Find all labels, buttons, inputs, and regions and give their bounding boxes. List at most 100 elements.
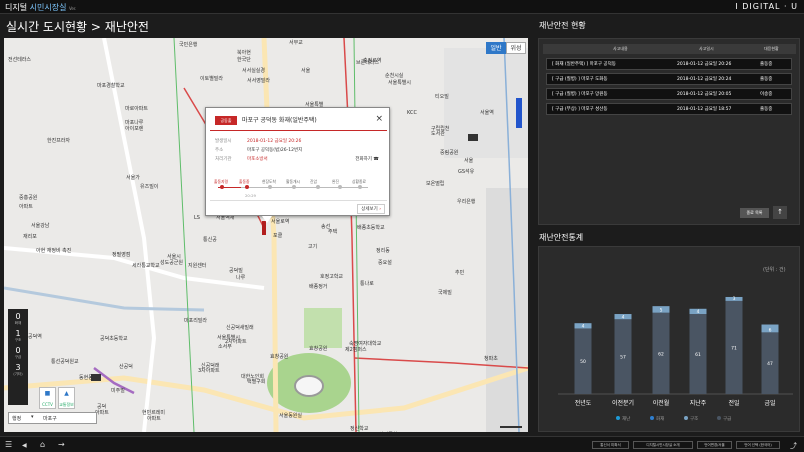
map-label: 공덕초등학교: [100, 336, 128, 342]
bottom-button-3[interactable]: 언어변경/서울: [697, 441, 732, 449]
legend-label: 구급: [723, 416, 731, 422]
chart-title: 재난안전통계: [539, 233, 584, 242]
map-label: 서울역: [480, 110, 494, 116]
map-label: 한진프라자: [47, 138, 71, 144]
map-label: 순천시실: [385, 73, 404, 79]
cctv-map-icon[interactable]: [468, 134, 478, 141]
stage-dot: [292, 185, 296, 189]
stage-dot: [316, 185, 320, 189]
map-label: 중요설: [378, 260, 392, 266]
row-value: 마포소방서: [247, 157, 268, 162]
incident-row[interactable]: [ 구급 (질병) ] 마포구 도화동 2018-01-12 금요일 20:24 출…: [546, 73, 792, 85]
incident-row[interactable]: [ 구급 (부상) ] 마포구 성산동 2018-01-12 금요일 18:57 출…: [546, 103, 792, 115]
map-label: 아파트: [95, 410, 109, 416]
map-scale: [500, 426, 522, 428]
row-key: 발생일시: [215, 139, 232, 144]
incident-status: 이송중: [760, 92, 773, 97]
map-label: 청파초: [484, 356, 498, 362]
map-label: 산공덕: [119, 364, 133, 370]
incident-marker[interactable]: [262, 221, 266, 235]
bar-value-label: 50: [580, 359, 586, 365]
cctv-map-icon-2[interactable]: [91, 374, 101, 381]
map-label: 성도공군원: [160, 260, 184, 266]
map-label: 정리동: [376, 248, 390, 254]
share-icon[interactable]: ⤴: [790, 441, 797, 451]
map-label: 세라통교학교: [132, 263, 160, 269]
close-icon[interactable]: ×: [375, 114, 383, 124]
incidents-title: 재난안전 현황: [539, 21, 586, 30]
map-label: 서울동원실: [279, 413, 303, 419]
bottom-button-2[interactable]: 디지털시민시장실 소개: [633, 441, 693, 449]
subway-marker: [516, 98, 522, 128]
stadium-area: [294, 375, 324, 397]
stage-label: 출동중: [239, 179, 250, 184]
map-label: 배종초등학교: [357, 225, 385, 231]
stat-fire[interactable]: 0 화재: [8, 312, 28, 326]
map-label: KCC: [407, 110, 417, 116]
arrow-up-icon[interactable]: ↑: [773, 206, 787, 219]
region-input[interactable]: 마포구: [43, 415, 57, 422]
stat-label: 구조: [14, 338, 22, 342]
stat-ambulance[interactable]: 0 구급: [8, 346, 28, 360]
map-label: 포클: [273, 233, 283, 239]
bottom-button-4[interactable]: 언어 선택 (한국어): [736, 441, 780, 449]
traffic-toggle-button[interactable]: ▲ 교통정보: [58, 387, 75, 409]
incident-name: 마포구 공덕동 화재(일반주택): [242, 117, 317, 124]
incident-status: 출동중: [760, 77, 773, 82]
map-label: 주택: [328, 229, 338, 235]
map-mode-normal-button[interactable]: 일반: [486, 42, 506, 54]
forward-icon[interactable]: →: [58, 440, 65, 449]
stage-dot: [220, 185, 224, 189]
incident-content: [ 구급 (부상) ] 마포구 성산동: [552, 107, 608, 112]
call-button[interactable]: 전화하기 ☎: [355, 156, 379, 162]
popup-row-agency: 처리기관 마포소방서: [215, 157, 268, 163]
stat-other[interactable]: 3 (기타): [8, 363, 28, 377]
map-mode-satellite-button[interactable]: 위성: [506, 42, 526, 54]
map-label: 통신공: [203, 237, 217, 243]
stage-label: 완진: [332, 179, 339, 184]
incident-status: 출동중: [760, 107, 773, 112]
map-label: 이토별빌라: [200, 76, 224, 82]
bar-value-label: 4: [622, 314, 625, 320]
home-icon[interactable]: ⌂: [40, 440, 45, 449]
region-select[interactable]: 행정: [12, 415, 21, 422]
map-label: 공덕빌: [229, 268, 243, 274]
bar-value-label: 71: [731, 345, 737, 351]
incidents-header: 사고내용 사고일시 대응현황: [543, 44, 796, 54]
incident-content: [ 구급 (질병) ] 마포구 도화동: [552, 77, 608, 82]
region-search[interactable]: 행정 ▾ 마포구: [8, 412, 97, 424]
bar-value-label: 3: [733, 296, 736, 302]
bottom-button-1[interactable]: 통신서 미확서: [592, 441, 629, 449]
header-time: 사고일시: [699, 46, 714, 51]
map-label: 아파트: [147, 416, 161, 422]
back-icon[interactable]: ◀: [22, 442, 27, 449]
map-label: 효창공원: [309, 346, 328, 352]
map-label: 3차아파트: [198, 368, 220, 374]
incident-row[interactable]: [ 구급 (질병) ] 마포구 망원동 2018-01-12 금요일 20:05 이…: [546, 88, 792, 100]
bar-value-label: 5: [660, 308, 663, 314]
detail-button[interactable]: 상세보기 ›: [357, 204, 385, 214]
map-label: 서울강남: [31, 223, 50, 229]
map-label: 마로아파트: [125, 106, 149, 112]
category-label: 금일: [764, 399, 775, 407]
map-view[interactable]: 전선테라스 국민은행 서부교 북아현 이토별빌라 한국단 서서실실경 서서영빌라 서울 충정로역 브…: [4, 38, 528, 432]
category-label: 전일: [728, 399, 739, 407]
cctv-icon: ■: [44, 390, 51, 397]
map-label: 서서영빌라: [247, 78, 271, 84]
category-label: 전년도: [575, 399, 592, 407]
closed-list-button[interactable]: 종료 목록: [740, 208, 769, 218]
map-label: 통선공덕원교: [51, 359, 79, 365]
traffic-label: 교통정보: [59, 402, 74, 407]
cctv-toggle-button[interactable]: ■ CCTV: [39, 387, 56, 409]
incident-row[interactable]: [ 화재 (일반주택) ] 마포구 공덕동 2018-01-12 금요일 20:2…: [546, 58, 792, 70]
page-title: 실시간 도시현황 > 재난안전: [6, 20, 149, 34]
stat-rescue[interactable]: 1 구조: [8, 329, 28, 343]
menu-icon[interactable]: ☰: [5, 440, 12, 449]
traffic-icon: ▲: [64, 390, 69, 397]
stage-dot: [245, 185, 249, 189]
map-label: 공덕역: [28, 334, 42, 340]
map-label: 정필영점: [112, 252, 131, 258]
category-label: 이전분기: [612, 399, 634, 407]
chevron-down-icon[interactable]: ▾: [31, 414, 34, 420]
map-label: 재리포: [23, 234, 37, 240]
